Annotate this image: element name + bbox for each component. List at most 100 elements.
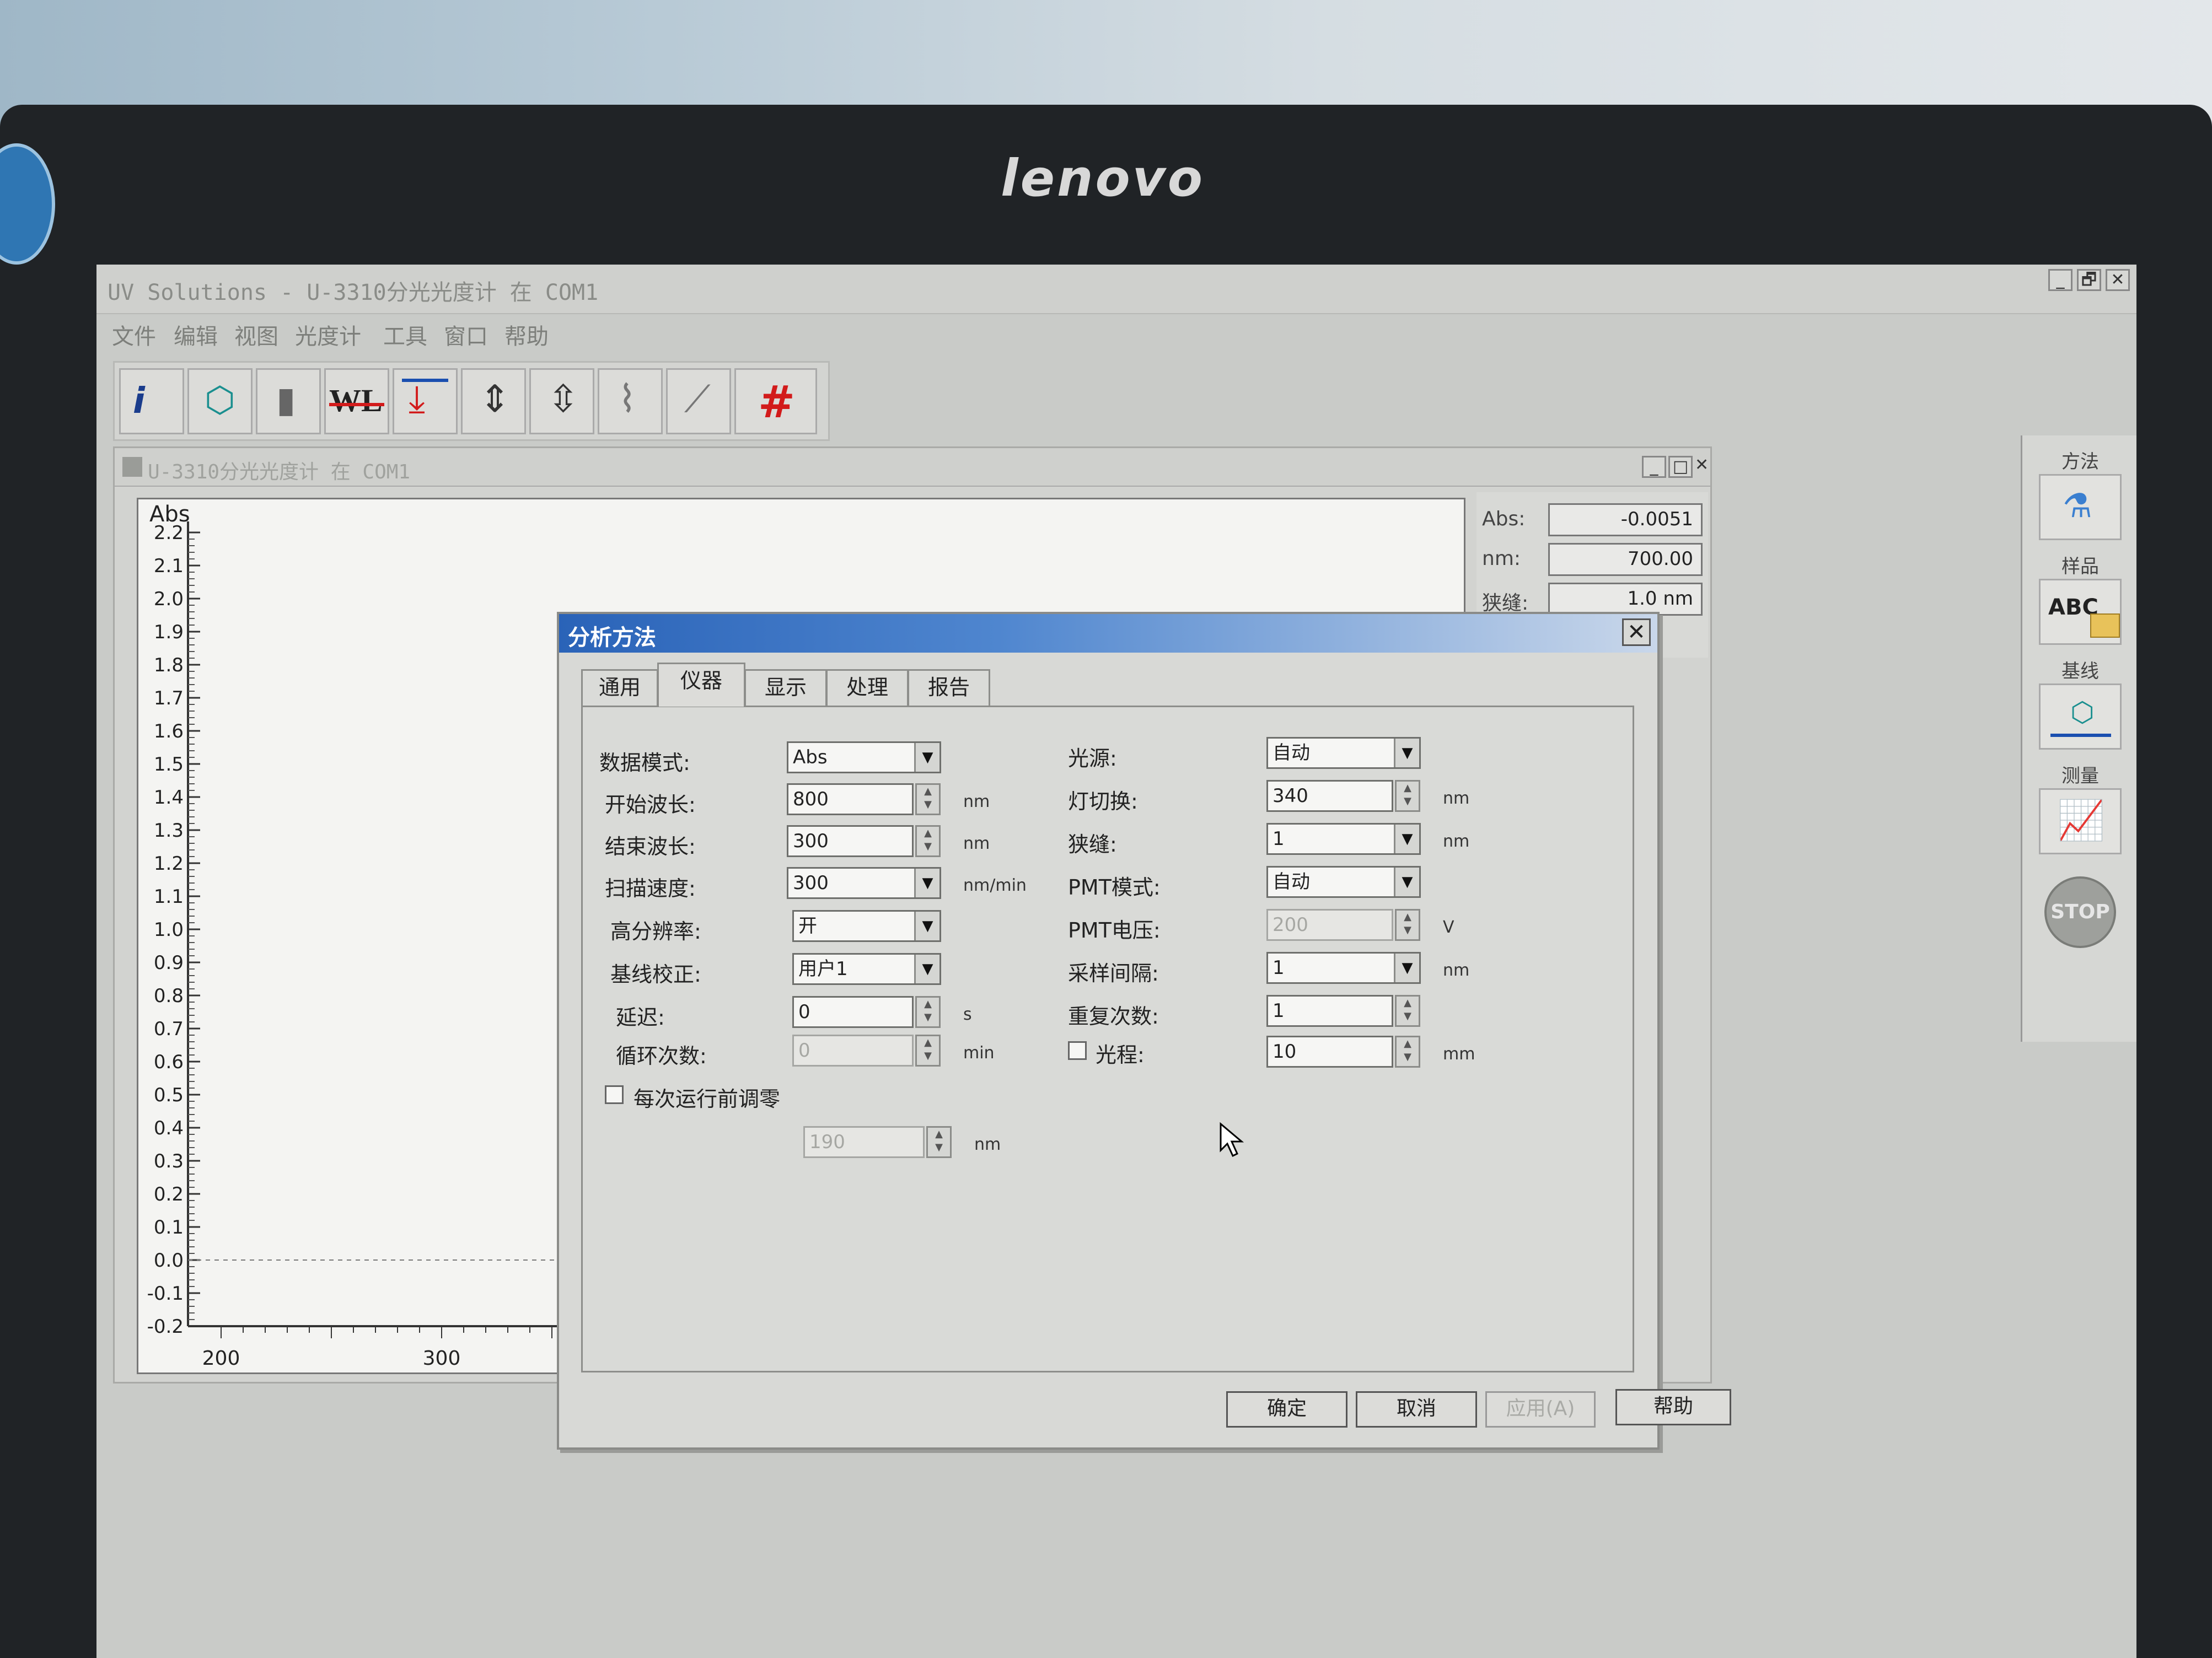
- menu-help[interactable]: 帮助: [504, 319, 549, 351]
- start-wl-input[interactable]: 800: [787, 783, 914, 815]
- y-tick-label: 0.9: [154, 952, 184, 974]
- wavelength-button[interactable]: WL: [324, 368, 389, 434]
- chevron-down-icon: ▼: [1394, 954, 1419, 982]
- high-res-select[interactable]: 开 ▼: [792, 910, 941, 942]
- apply-button[interactable]: 应用(A): [1485, 1391, 1596, 1428]
- menu-file[interactable]: 文件: [112, 319, 156, 351]
- compress-vertical-button[interactable]: ⇳: [529, 368, 594, 434]
- slit-select[interactable]: 1 ▼: [1266, 823, 1421, 855]
- tab-display[interactable]: 显示: [744, 669, 827, 706]
- tab-general[interactable]: 通用: [581, 669, 658, 706]
- tab-instrument[interactable]: 仪器: [657, 663, 745, 707]
- help-button[interactable]: 帮助: [1615, 1389, 1731, 1425]
- y-tick-label: 0.0: [154, 1250, 184, 1272]
- dialog-close-button[interactable]: ✕: [1622, 618, 1651, 646]
- menu-view[interactable]: 视图: [234, 319, 278, 351]
- baseline-correction-select[interactable]: 用户1 ▼: [792, 953, 941, 985]
- tab-report[interactable]: 报告: [908, 669, 990, 706]
- high-res-value: 开: [798, 915, 817, 937]
- method-button[interactable]: ⚗: [2039, 474, 2122, 540]
- screen: UV Solutions - U-3310分光光度计 在 COM1 _ 🗗 ✕ …: [96, 265, 2136, 1658]
- restore-button[interactable]: 🗗: [2077, 269, 2101, 291]
- stop-button[interactable]: STOP: [2044, 876, 2116, 948]
- menu-spectrophotometer[interactable]: 光度计: [295, 319, 361, 351]
- light-source-label: 光源:: [1068, 746, 1117, 771]
- pmt-voltage-input[interactable]: 200: [1266, 909, 1393, 941]
- path-length-unit: mm: [1443, 1045, 1475, 1064]
- derivative-button[interactable]: ⟋: [666, 368, 731, 434]
- palette-baseline-label: 基线: [2061, 660, 2099, 682]
- lamp-switch-spinner[interactable]: ▲ ▼: [1395, 780, 1420, 812]
- end-wl-unit: nm: [963, 834, 990, 853]
- child-close-button[interactable]: ✕: [1695, 456, 1709, 478]
- measure-button[interactable]: 📈: [2039, 788, 2122, 854]
- grid-button[interactable]: #: [734, 368, 817, 434]
- cancel-button[interactable]: 取消: [1356, 1391, 1477, 1428]
- path-length-spinner[interactable]: ▲ ▼: [1395, 1036, 1420, 1068]
- expand-vertical-button[interactable]: ⇕: [461, 368, 526, 434]
- cycle-input[interactable]: 0: [792, 1035, 914, 1067]
- dialog-titlebar: 分析方法 ✕: [559, 614, 1657, 653]
- child-minimize-button[interactable]: _: [1642, 456, 1666, 478]
- light-source-select[interactable]: 自动 ▼: [1266, 737, 1421, 769]
- data-mode-select[interactable]: Abs ▼: [787, 741, 941, 773]
- chevron-down-icon: ▼: [914, 869, 939, 897]
- y-tick-label: 1.5: [154, 753, 184, 776]
- minimize-button[interactable]: _: [2048, 269, 2073, 291]
- info-button[interactable]: i: [119, 368, 184, 434]
- autozero-checkbox[interactable]: [605, 1085, 624, 1104]
- method-icon: ⚗: [2063, 487, 2092, 525]
- y-tick-label: 1.8: [154, 654, 184, 676]
- sampling-interval-select[interactable]: 1 ▼: [1266, 952, 1421, 984]
- y-tick-label: 0.4: [154, 1117, 184, 1139]
- menu-window[interactable]: 窗口: [444, 319, 488, 351]
- repeat-input[interactable]: 1: [1266, 995, 1393, 1027]
- delay-input[interactable]: 0: [792, 996, 914, 1028]
- measure-chart-icon: 📈: [2057, 798, 2106, 843]
- menu-edit[interactable]: 编辑: [174, 319, 218, 351]
- end-wl-input[interactable]: 300: [787, 825, 914, 857]
- cycle-label: 循环次数:: [616, 1044, 707, 1068]
- sampling-interval-label: 采样间隔:: [1068, 961, 1159, 986]
- baseline-down-button[interactable]: ⤓: [393, 368, 458, 434]
- y-tick-label: 1.9: [154, 621, 184, 643]
- child-maximize-button[interactable]: □: [1668, 456, 1693, 478]
- instrument-window-titlebar: U-3310分光光度计 在 COM1 _ □ ✕: [115, 448, 1710, 487]
- y-tick-label: 0.3: [154, 1150, 184, 1172]
- menu-bar: 文件 编辑 视图 光度计 工具 窗口 帮助: [96, 314, 2136, 353]
- palette-measure-label: 测量: [2061, 765, 2099, 787]
- start-wl-spinner[interactable]: ▲ ▼: [915, 783, 941, 815]
- pmt-mode-select[interactable]: 自动 ▼: [1266, 866, 1421, 898]
- cuvette-button[interactable]: ▮: [256, 368, 321, 434]
- baseline-button[interactable]: ⬡: [2039, 683, 2122, 750]
- cycle-unit: min: [963, 1043, 995, 1063]
- lamp-switch-input[interactable]: 340: [1266, 780, 1393, 812]
- sample-cell-button[interactable]: ⬡: [187, 368, 253, 434]
- path-length-input[interactable]: 10: [1266, 1036, 1393, 1068]
- delay-spinner[interactable]: ▲ ▼: [915, 996, 941, 1028]
- nm-label: nm:: [1482, 547, 1521, 570]
- menu-tools[interactable]: 工具: [383, 319, 427, 351]
- baseline-icon: ⬡: [2070, 696, 2095, 728]
- baseline-correction-label: 基线校正:: [610, 962, 701, 987]
- end-wl-spinner[interactable]: ▲ ▼: [915, 825, 941, 857]
- scan-speed-unit: nm/min: [963, 876, 1027, 895]
- light-source-value: 自动: [1273, 742, 1310, 764]
- cycle-spinner[interactable]: ▲ ▼: [915, 1035, 941, 1067]
- palette-sample-label: 样品: [2061, 556, 2099, 578]
- repeat-spinner[interactable]: ▲ ▼: [1395, 995, 1420, 1027]
- toolbar: i ⬡ ▮ WL ⤓ ⇕ ⇳ ⌇ ⟋ #: [113, 361, 830, 441]
- autozero-wl-spinner[interactable]: ▲ ▼: [926, 1126, 952, 1158]
- peak-pick-button[interactable]: ⌇: [598, 368, 663, 434]
- y-tick-label: 0.2: [154, 1183, 184, 1205]
- ok-button[interactable]: 确定: [1226, 1391, 1347, 1428]
- path-length-checkbox[interactable]: [1068, 1041, 1087, 1060]
- sampling-interval-unit: nm: [1443, 961, 1470, 980]
- scan-speed-select[interactable]: 300 ▼: [787, 867, 941, 899]
- autozero-wl-input[interactable]: 190: [803, 1126, 925, 1158]
- close-button[interactable]: ✕: [2106, 269, 2130, 291]
- high-res-label: 高分辨率:: [610, 919, 701, 944]
- sample-button[interactable]: ABC: [2039, 579, 2122, 645]
- pmt-voltage-spinner[interactable]: ▲ ▼: [1395, 909, 1420, 941]
- tab-processing[interactable]: 处理: [826, 669, 909, 706]
